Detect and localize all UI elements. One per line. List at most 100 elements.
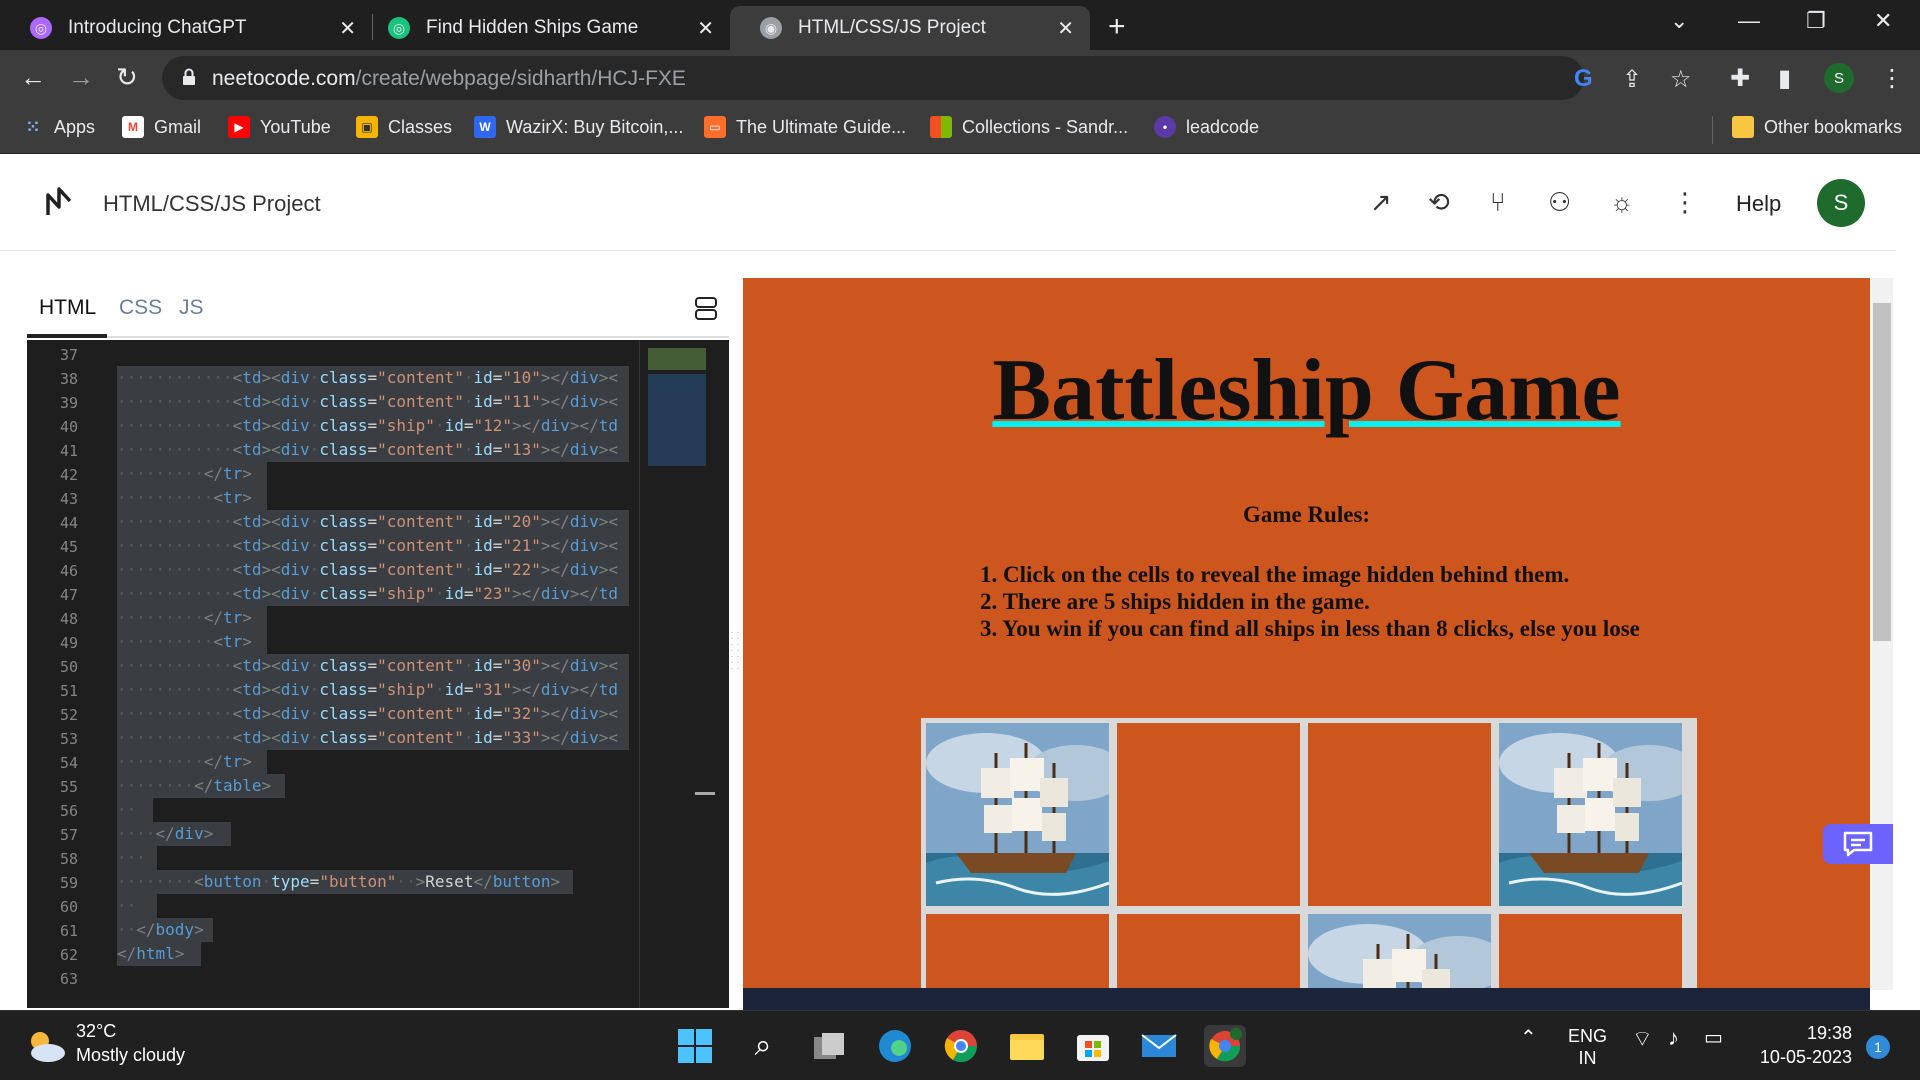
bookmark-apps[interactable]: ⁙ Apps xyxy=(22,116,95,138)
close-icon[interactable]: ✕ xyxy=(1057,16,1074,41)
tab-search-icon[interactable]: ⌄ xyxy=(1670,8,1688,34)
board-cell-ship[interactable] xyxy=(1499,723,1682,906)
restore-icon[interactable]: ❐ xyxy=(1806,8,1826,34)
volume-icon[interactable]: ♪ xyxy=(1668,1025,1679,1051)
mail-icon[interactable] xyxy=(1138,1025,1180,1067)
tab-find-hidden-ships[interactable]: ◎ Find Hidden Ships Game ✕ xyxy=(358,6,730,50)
line-number: 45 xyxy=(59,538,78,556)
chrome-icon[interactable] xyxy=(940,1025,982,1067)
input-language[interactable]: ENG IN xyxy=(1568,1025,1607,1069)
new-tab-icon[interactable]: + xyxy=(1108,10,1126,44)
battery-icon[interactable]: ▭ xyxy=(1704,1025,1723,1050)
code-line: ········<button·type="button"··>Reset</b… xyxy=(117,870,573,894)
tab-introducing-chatgpt[interactable]: ◎ Introducing ChatGPT ✕ xyxy=(0,6,372,50)
code-line: ············<td><div·class="content"·id=… xyxy=(117,702,629,726)
bookmark-youtube[interactable]: ▶ YouTube xyxy=(228,116,331,138)
microsoft-store-icon[interactable] xyxy=(1072,1025,1114,1067)
bookmark-other[interactable]: Other bookmarks xyxy=(1732,116,1902,138)
system-clock[interactable]: 19:38 10-05-2023 xyxy=(1752,1021,1852,1069)
wifi-icon[interactable]: ⌔ xyxy=(1632,1025,1653,1053)
board-cell[interactable] xyxy=(1117,914,1300,990)
bookmark-leadcode[interactable]: • leadcode xyxy=(1154,116,1259,138)
layout-toggle-icon[interactable] xyxy=(695,296,717,320)
task-view-icon[interactable] xyxy=(808,1025,850,1067)
code-minimap[interactable] xyxy=(639,340,706,1008)
feedback-button[interactable] xyxy=(1823,824,1893,864)
more-options-icon[interactable]: ⋮ xyxy=(1672,187,1698,218)
git-branch-icon[interactable]: ⑂ xyxy=(1490,187,1506,218)
editor-scrollbar[interactable] xyxy=(695,792,715,795)
tab-html[interactable]: HTML xyxy=(39,296,96,320)
board-cell[interactable] xyxy=(1499,914,1682,990)
forward-icon[interactable]: → xyxy=(68,62,94,93)
bookmark-wazirx[interactable]: W WazirX: Buy Bitcoin,... xyxy=(474,116,683,138)
bookmark-star-icon[interactable]: ☆ xyxy=(1670,65,1692,94)
close-icon[interactable]: ✕ xyxy=(339,16,356,41)
browser-toolbar: ← → ↻ neetocode.com/create/webpage/sidha… xyxy=(0,50,1920,106)
address-bar[interactable]: neetocode.com/create/webpage/sidharth/HC… xyxy=(162,56,1692,100)
profile-avatar[interactable]: S xyxy=(1824,63,1854,93)
bookmark-label: YouTube xyxy=(260,116,331,137)
console-bar[interactable] xyxy=(743,988,1870,1010)
edge-browser-icon[interactable] xyxy=(874,1025,916,1067)
tab-title: HTML/CSS/JS Project xyxy=(798,17,986,38)
reload-icon[interactable]: ↻ xyxy=(116,62,138,93)
rule-item: 2. There are 5 ships hidden in the game. xyxy=(980,589,1370,614)
panel-resize-handle[interactable]: · · · · · · · · · · · · · · xyxy=(730,628,740,678)
history-icon[interactable]: ⟲ xyxy=(1428,187,1450,218)
code-area[interactable]: 37 38 39 40 41 42 43 44 45 46 47 48 49 50 51 52 53 54 55 56… xyxy=(27,340,729,1008)
weather-cloud-icon[interactable] xyxy=(24,1027,68,1065)
line-number: 37 xyxy=(59,346,78,364)
bookmark-label: Apps xyxy=(54,116,96,137)
url-text: neetocode.com/create/webpage/sidharth/HC… xyxy=(212,67,686,90)
tab-css[interactable]: CSS xyxy=(119,296,162,320)
board-cell[interactable] xyxy=(1308,723,1491,906)
classroom-icon: ▣ xyxy=(356,116,378,138)
minimap-viewport xyxy=(648,348,706,370)
chrome-profile-icon[interactable] xyxy=(1204,1025,1246,1067)
add-user-icon[interactable]: ⚇ xyxy=(1548,187,1571,218)
code-line: ·········</tr> xyxy=(117,606,267,630)
tab-html-css-js-project[interactable]: ◉ HTML/CSS/JS Project ✕ xyxy=(730,6,1090,50)
bookmark-classes[interactable]: ▣ Classes xyxy=(356,116,452,138)
close-icon[interactable]: ✕ xyxy=(697,16,714,41)
side-panel-icon[interactable]: ▮ xyxy=(1778,64,1791,93)
board-cell[interactable] xyxy=(1117,723,1300,906)
bookmark-ultimate-guide[interactable]: ▭ The Ultimate Guide... xyxy=(704,116,906,138)
help-link[interactable]: Help xyxy=(1736,191,1781,217)
show-hidden-icons-icon[interactable]: ⌃ xyxy=(1520,1025,1537,1050)
rules-heading: Game Rules: xyxy=(1242,502,1371,527)
board-cell[interactable] xyxy=(926,914,1109,990)
close-window-icon[interactable]: ✕ xyxy=(1874,8,1892,34)
neetocode-logo-icon[interactable] xyxy=(44,185,74,219)
bookmark-label: The Ultimate Guide... xyxy=(736,116,907,137)
board-cell-ship[interactable] xyxy=(926,723,1109,906)
code-line: ····</div> xyxy=(117,822,231,846)
board-cell-ship[interactable] xyxy=(1308,914,1491,990)
share-icon[interactable]: ⇪ xyxy=(1622,65,1642,94)
line-number: 43 xyxy=(59,490,78,508)
back-icon[interactable]: ← xyxy=(20,62,46,93)
weather-description[interactable]: Mostly cloudy xyxy=(76,1045,185,1066)
line-gutter: 37 38 39 40 41 42 43 44 45 46 47 48 49 50 51 52 53 54 55 56… xyxy=(27,340,107,1008)
bookmark-gmail[interactable]: M Gmail xyxy=(122,116,201,138)
preview-scrollbar-thumb[interactable] xyxy=(1873,303,1891,641)
open-external-icon[interactable]: ↗ xyxy=(1370,187,1392,218)
menu-kebab-icon[interactable]: ⋮ xyxy=(1880,64,1904,93)
code-line: ·········</tr> xyxy=(117,750,267,774)
theme-sun-icon[interactable]: ☼ xyxy=(1610,187,1634,218)
active-tab-indicator xyxy=(27,334,107,338)
file-explorer-icon[interactable] xyxy=(1006,1025,1048,1067)
code-line: ·········</tr> xyxy=(117,462,267,486)
google-lens-icon[interactable]: G xyxy=(1574,65,1593,93)
bookmark-collections[interactable]: Collections - Sandr... xyxy=(930,116,1128,138)
search-icon[interactable]: ⌕ xyxy=(742,1025,784,1067)
user-avatar[interactable]: S xyxy=(1817,179,1865,227)
windows-start-icon[interactable] xyxy=(674,1025,716,1067)
minimize-icon[interactable]: — xyxy=(1738,8,1760,34)
notification-badge[interactable]: 1 xyxy=(1866,1035,1890,1059)
extensions-icon[interactable]: ✚ xyxy=(1730,64,1750,93)
weather-temperature[interactable]: 32°C xyxy=(76,1021,116,1042)
chatgpt-icon: ◎ xyxy=(30,17,52,39)
tab-js[interactable]: JS xyxy=(179,296,204,320)
